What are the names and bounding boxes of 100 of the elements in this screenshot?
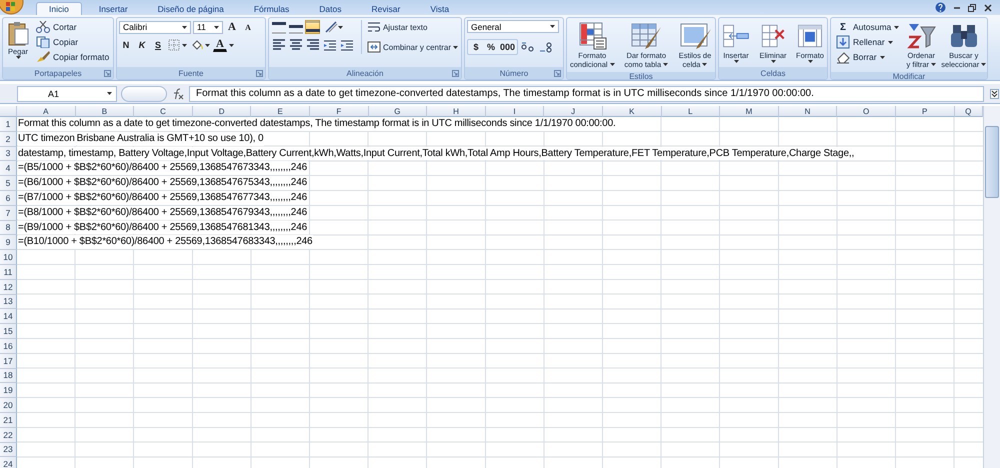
ribbon-tab[interactable]: Insertar [86,2,141,15]
ribbon-tab[interactable]: Diseño de página [144,2,237,15]
font-size-field[interactable]: 11 [193,20,223,34]
column-header[interactable]: H [427,106,486,117]
column-header[interactable]: G [368,106,428,117]
row-header[interactable]: 4 [0,161,17,176]
row-header[interactable]: 21 [0,412,17,428]
borders-button[interactable] [167,38,188,52]
row-header[interactable]: 19 [0,383,17,398]
column-header[interactable]: D [192,106,252,117]
cell-text: =(B5/1000 + $B$2*60*60)/86400 + 25569,1368547673343,,,,,,,,246 [18,161,308,176]
wrap-text-button[interactable]: Ajustar texto [366,20,459,34]
row-header[interactable]: 6 [0,190,17,206]
row-header[interactable]: 14 [0,309,17,324]
ribbon-tab[interactable]: Inicio [36,2,82,15]
ribbon-tab[interactable]: Revisar [358,2,414,15]
ribbon-tab[interactable]: Fórmulas [240,2,302,15]
edit-button[interactable]: Rellenar [833,35,902,49]
cell-text: UTC timezon [18,132,76,146]
group-title: Número [500,68,528,78]
group-title: Celdas [760,68,786,78]
clipboard-button[interactable]: Cortar [33,20,112,34]
row-header[interactable]: 8 [0,220,17,236]
caret-icon [453,46,458,48]
edit-button[interactable]: Σ Autosuma [833,20,902,34]
font-style-button[interactable]: S [151,38,165,52]
column-header[interactable]: N [778,106,838,117]
scissors-icon [36,21,50,33]
clipboard-button[interactable]: Copiar [33,35,112,49]
column-header[interactable]: L [662,106,720,117]
row-header[interactable]: 10 [0,250,17,265]
row-header[interactable]: 17 [0,354,17,369]
caret-icon [229,44,234,46]
merge-center-button[interactable]: Combinar y centrar [366,40,459,54]
fill-down-icon [836,35,850,49]
text-align-button[interactable] [305,38,320,52]
grow-font-button[interactable]: A [225,20,239,34]
vertical-align-button[interactable] [271,20,286,34]
row-header[interactable]: 20 [0,398,17,413]
row-header[interactable]: 18 [0,368,17,384]
column-header[interactable]: F [310,106,369,117]
font-style-button[interactable]: N [119,38,133,52]
number-format-field[interactable]: General [467,20,559,33]
indent-button[interactable] [339,38,354,52]
group-title: Fuente [178,68,204,78]
text-align-button[interactable] [288,38,303,52]
text-align-button[interactable] [271,38,286,52]
vertical-scrollbar[interactable] [983,106,1000,468]
launcher-glyph [452,70,459,77]
name-box[interactable]: A1 [17,86,117,102]
edit-button[interactable]: Borrar [833,50,902,64]
row-header[interactable]: 1 [0,117,17,132]
column-header[interactable]: Q [954,106,983,117]
indent-button[interactable] [322,38,337,52]
row-header[interactable]: 13 [0,294,17,310]
column-header[interactable]: B [76,106,134,117]
vertical-align-button[interactable] [305,20,320,34]
shrink-font-button[interactable]: A [241,20,255,34]
column-header[interactable]: I [486,106,544,117]
number-format-button[interactable]: % [484,40,498,54]
help-icon [935,2,946,13]
decimal-button[interactable] [538,40,554,54]
formula-field[interactable]: Format this column as a date to get timezone-converted datestamps, The timestamp format is in UTC milliseconds since 1/1/1970 00:00:00. [189,86,984,102]
column-header[interactable]: C [134,106,193,117]
clipboard-button[interactable]: Copiar formato [33,50,112,64]
row-header[interactable]: 12 [0,280,17,295]
font-style-button[interactable]: K [135,38,149,52]
row-header[interactable]: 24 [0,457,17,468]
row-header[interactable]: 16 [0,338,17,354]
number-format-button[interactable]: 000 [499,40,516,54]
indent-icon [322,39,336,51]
column-header[interactable]: P [896,106,954,117]
column-header[interactable]: M [720,106,779,117]
fill-color-button[interactable] [190,38,211,52]
row-header[interactable]: 3 [0,146,17,162]
decrease-decimal-icon [539,42,554,52]
column-header[interactable]: A [17,106,76,117]
ribbon-tab[interactable]: Vista [417,2,462,15]
column-header[interactable]: O [837,106,896,117]
font-name-field[interactable]: Calibri [119,20,191,34]
ribbon-tab[interactable]: Datos [306,2,354,15]
column-header[interactable]: E [251,106,310,117]
launcher-glyph [256,70,263,77]
row-header[interactable]: 7 [0,206,17,221]
column-header[interactable]: J [544,106,603,117]
row-header[interactable]: 22 [0,428,17,443]
decimal-button[interactable] [520,40,536,54]
formula-bar-handle[interactable] [121,86,167,102]
expand-icon [990,88,998,98]
font-color-button[interactable]: A [213,38,227,52]
number-format-button[interactable]: $ [469,40,483,54]
row-header[interactable]: 5 [0,176,17,191]
row-header[interactable]: 11 [0,264,17,280]
row-header[interactable]: 9 [0,235,17,250]
row-header[interactable]: 15 [0,324,17,339]
worksheet-grid[interactable] [17,117,983,468]
caret-icon [182,44,187,46]
row-header[interactable]: 23 [0,442,17,458]
column-header[interactable]: K [602,106,662,117]
row-header[interactable]: 2 [0,132,17,147]
